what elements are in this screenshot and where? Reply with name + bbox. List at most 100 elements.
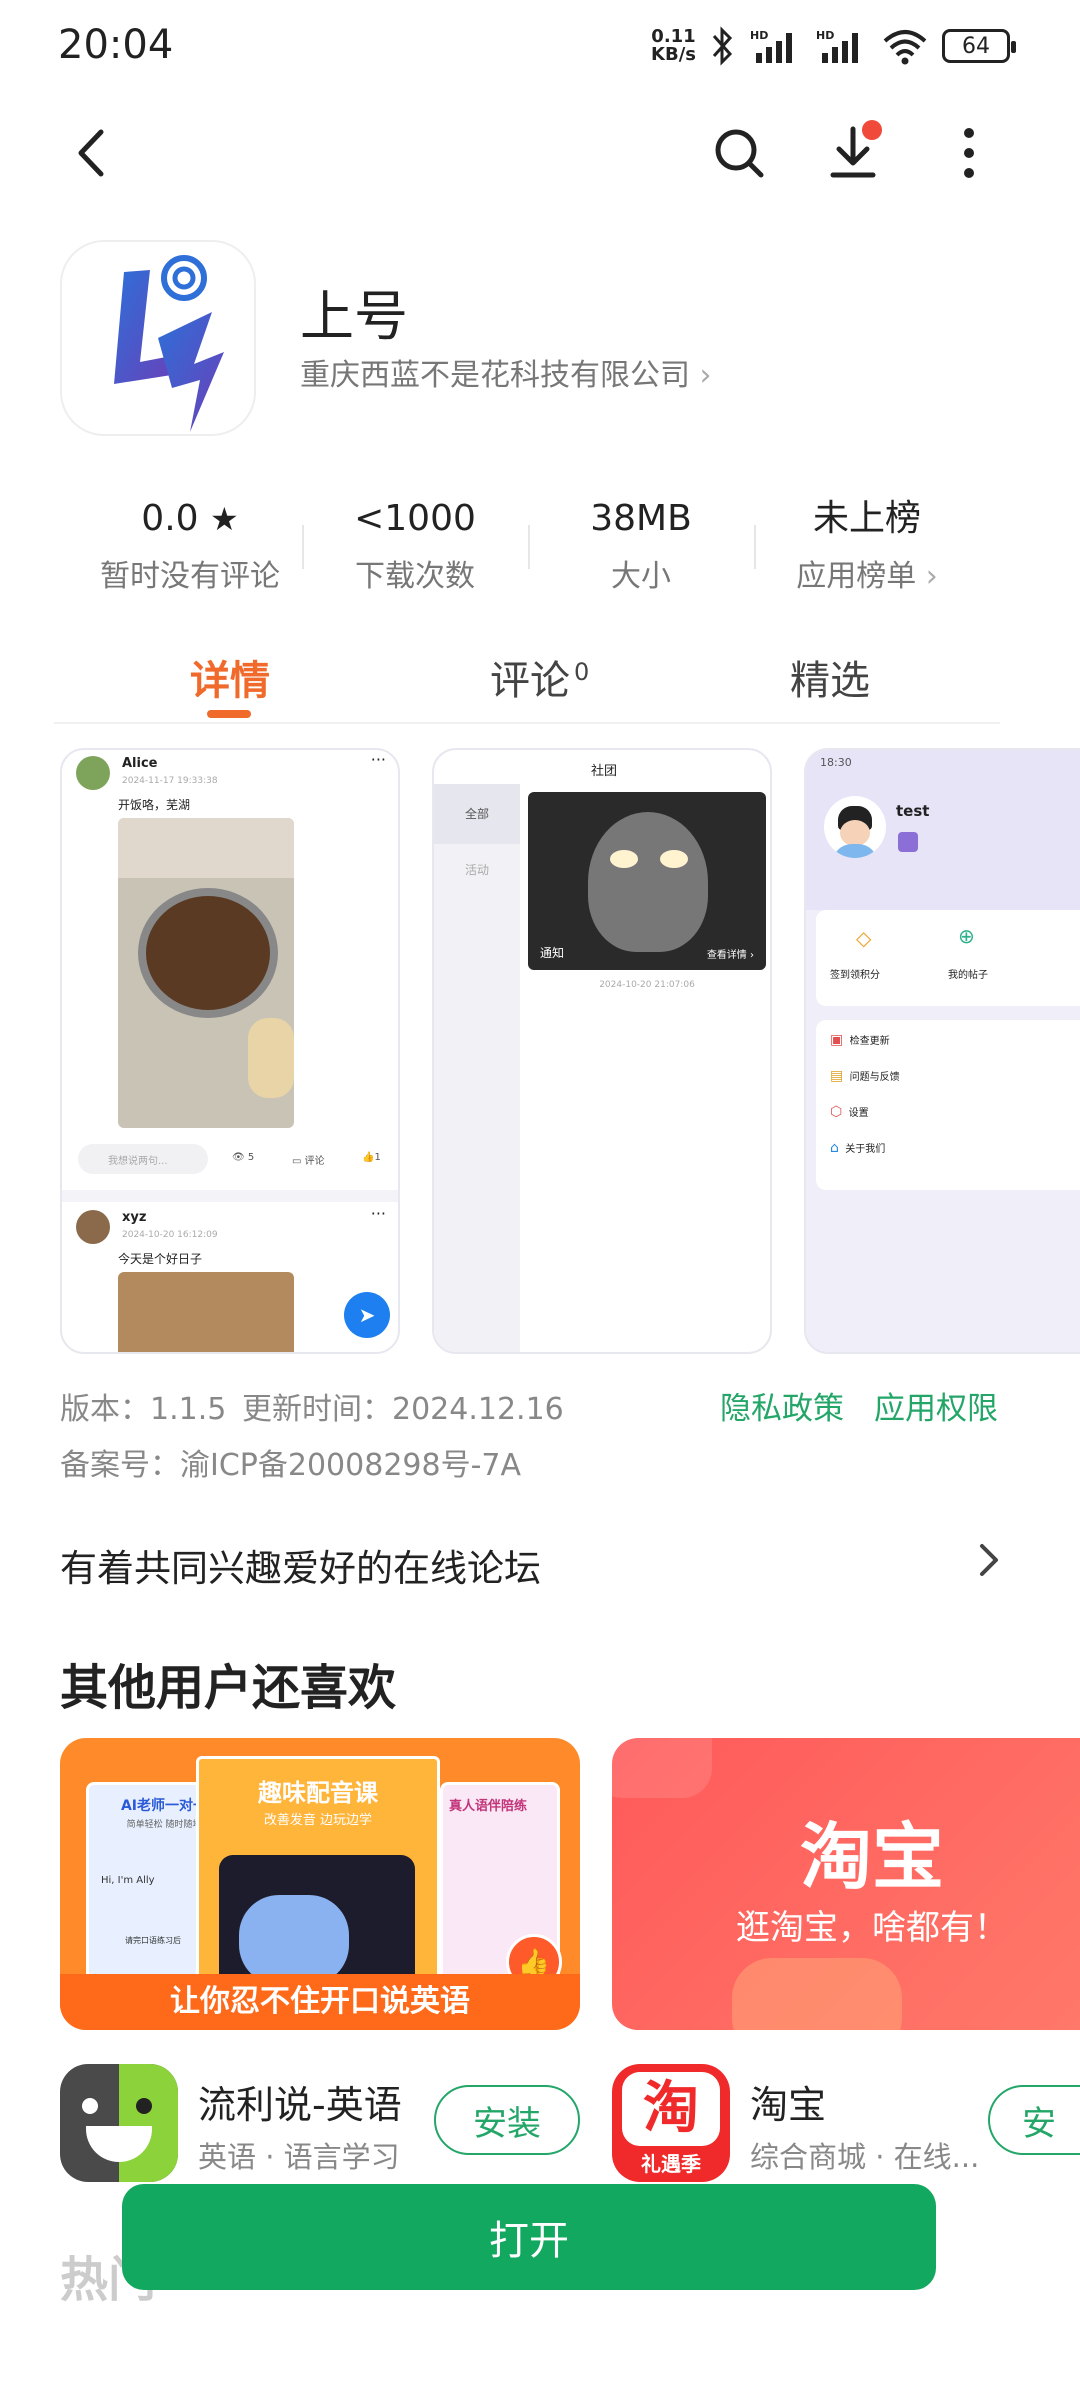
- banner-main-title: 趣味配音课: [258, 1779, 378, 1807]
- signal-icon-2: HD: [816, 29, 858, 63]
- tab-reviews-label: 评论: [490, 658, 570, 704]
- developer-name: 重庆西蓝不是花科技有限公司: [300, 358, 690, 393]
- menu-item-activity[interactable]: 活动: [434, 848, 520, 892]
- size-stat: 38MB 大小: [526, 495, 756, 595]
- diamond-icon: ◇: [856, 926, 872, 950]
- app-icon-liulishuo[interactable]: [60, 2064, 178, 2182]
- app-icon-taobao[interactable]: 淘 礼遇季: [612, 2064, 730, 2182]
- tab-reviews[interactable]: 评论 0: [490, 648, 589, 706]
- feedback-label: 问题与反馈: [849, 1072, 900, 1083]
- checkin-label[interactable]: 签到领积分: [830, 966, 880, 981]
- eye-icon: 👁: [232, 1152, 245, 1163]
- comment-input[interactable]: 我想说两句...: [78, 1144, 208, 1174]
- tab-detail[interactable]: 详情: [190, 648, 270, 706]
- post-image: [118, 1272, 294, 1352]
- status-icons: 0.11 KB/s HD HD 64: [651, 26, 1016, 66]
- rating-label: 暂时没有评论: [100, 559, 280, 594]
- search-button[interactable]: [704, 118, 774, 188]
- about-label: 关于我们: [845, 1144, 886, 1155]
- bluetooth-icon: [712, 26, 733, 66]
- side-menu: 全部 活动: [434, 784, 520, 1352]
- check-update-label: 检查更新: [849, 1036, 890, 1047]
- rec-app-name[interactable]: 淘宝: [750, 2074, 826, 2129]
- tab-featured[interactable]: 精选: [790, 648, 870, 706]
- app-permissions-link[interactable]: 应用权限: [874, 1383, 998, 1428]
- open-button[interactable]: 打开: [122, 2184, 936, 2290]
- views-count: 👁 5: [232, 1152, 254, 1163]
- install-button[interactable]: 安: [988, 2085, 1080, 2155]
- recommend-banner-1[interactable]: AI老师一对一 简单轻松 随时随地 Hi, I'm Ally 请完口语练习后 真…: [60, 1738, 580, 2030]
- list-item-feedback[interactable]: ▤ 问题与反馈: [830, 1068, 900, 1084]
- chevron-right-icon[interactable]: [974, 1540, 1004, 1580]
- ranking-label: 应用榜单: [796, 559, 917, 594]
- screenshot-1[interactable]: Alice 2024-11-17 19:33:38 ··· 开饭咯，芜湖 我想说…: [60, 748, 400, 1354]
- reviews-count: 0: [574, 657, 590, 686]
- send-icon[interactable]: ➤: [344, 1292, 390, 1338]
- image-icon: ▣: [830, 1032, 844, 1048]
- ranking-value: 未上榜: [812, 498, 921, 539]
- badge-icon: [898, 832, 918, 852]
- post-card: Alice 2024-11-17 19:33:38 ··· 开饭咯，芜湖 我想说…: [62, 750, 398, 1190]
- developer-link[interactable]: 重庆西蓝不是花科技有限公司 ›: [300, 350, 712, 394]
- battery-icon: 64: [942, 29, 1016, 63]
- active-tab-indicator: [207, 710, 251, 718]
- screenshot-3[interactable]: 18:30 test ◇ 签到领积分 ⊕ 我的帖子 ▣ 检查更新 ▤ 问题与反馈…: [804, 748, 1080, 1354]
- banner-small: 请完口语练习后: [125, 1936, 181, 1945]
- back-icon: [78, 129, 104, 177]
- app-description[interactable]: 有着共同兴趣爱好的在线论坛: [60, 1538, 541, 1592]
- banner-phone-center: 趣味配音课 改善发音 边玩边学: [196, 1756, 440, 1989]
- banner-phone-screen: [219, 1855, 415, 1989]
- menu-item-all[interactable]: 全部: [434, 784, 520, 844]
- taobao-icon-char: 淘: [622, 2072, 720, 2146]
- my-posts-label[interactable]: 我的帖子: [948, 966, 988, 981]
- quick-actions: ◇ 签到领积分 ⊕ 我的帖子: [816, 910, 1080, 1006]
- install-button[interactable]: 安装: [434, 2085, 580, 2155]
- notice-time: 2024-10-20 21:07:06: [599, 980, 695, 990]
- post-author: Alice: [122, 756, 158, 771]
- status-time: 20:04: [58, 22, 174, 68]
- star-icon: ★: [210, 500, 239, 538]
- home-icon: ⌂: [830, 1140, 839, 1156]
- post-time: 2024-11-17 19:33:38: [122, 776, 218, 786]
- app-name: 上号: [300, 285, 408, 348]
- list-item-about[interactable]: ⌂ 关于我们: [830, 1140, 885, 1156]
- screenshot-2[interactable]: 社团 全部 活动 通知 查看详情 › 2024-10-20 21:07:06: [432, 748, 772, 1354]
- wifi-icon: [883, 30, 927, 65]
- screen-time: 18:30: [820, 756, 852, 769]
- plus-circle-icon: ⊕: [958, 924, 975, 948]
- back-button[interactable]: [56, 118, 126, 188]
- banner-taobao-title: 淘宝: [799, 1815, 944, 1899]
- rec-app-name[interactable]: 流利说-英语: [198, 2074, 402, 2129]
- app-logo-icon: [114, 255, 224, 432]
- more-vertical-icon: [964, 128, 974, 178]
- avatar: [824, 796, 886, 858]
- notification-dot: [862, 120, 882, 140]
- more-options-button[interactable]: [934, 118, 1004, 188]
- update-time: 更新时间：2024.12.16: [242, 1392, 564, 1427]
- banner-taobao-sub: 逛淘宝，啥都有！: [736, 1908, 1008, 1948]
- search-icon: [715, 129, 764, 178]
- notice-card[interactable]: 通知 查看详情 ›: [528, 792, 766, 970]
- like-button[interactable]: 👍1: [362, 1152, 381, 1163]
- notice-more-label: 查看详情: [706, 950, 747, 961]
- list-item-check-update[interactable]: ▣ 检查更新: [830, 1032, 890, 1048]
- download-manager-button[interactable]: [818, 118, 888, 188]
- notice-more: 查看详情 ›: [706, 950, 754, 961]
- privacy-policy-link[interactable]: 隐私政策: [720, 1383, 844, 1428]
- size-label: 大小: [611, 559, 671, 594]
- views-value: 5: [247, 1152, 255, 1163]
- comment-placeholder: 我想说两句...: [108, 1156, 168, 1167]
- more-horizontal-icon: ···: [370, 750, 386, 769]
- list-item-settings[interactable]: ⬡ 设置: [830, 1104, 869, 1120]
- likes-value: 1: [374, 1152, 381, 1163]
- post-text: 今天是个好日子: [118, 1252, 203, 1266]
- post-author: xyz: [122, 1210, 147, 1225]
- ranking-stat[interactable]: 未上榜 应用榜单 ›: [752, 495, 982, 595]
- settings-label: 设置: [848, 1108, 869, 1119]
- recommend-banner-2[interactable]: 淘宝 逛淘宝，啥都有！: [612, 1738, 1080, 2030]
- gear-icon: ⬡: [830, 1104, 843, 1120]
- svg-text:HD: HD: [816, 29, 834, 42]
- section-title: 其他用户还喜欢: [60, 1660, 397, 1716]
- comment-icon: ▭: [292, 1156, 302, 1167]
- comment-button[interactable]: ▭ 评论: [292, 1152, 325, 1167]
